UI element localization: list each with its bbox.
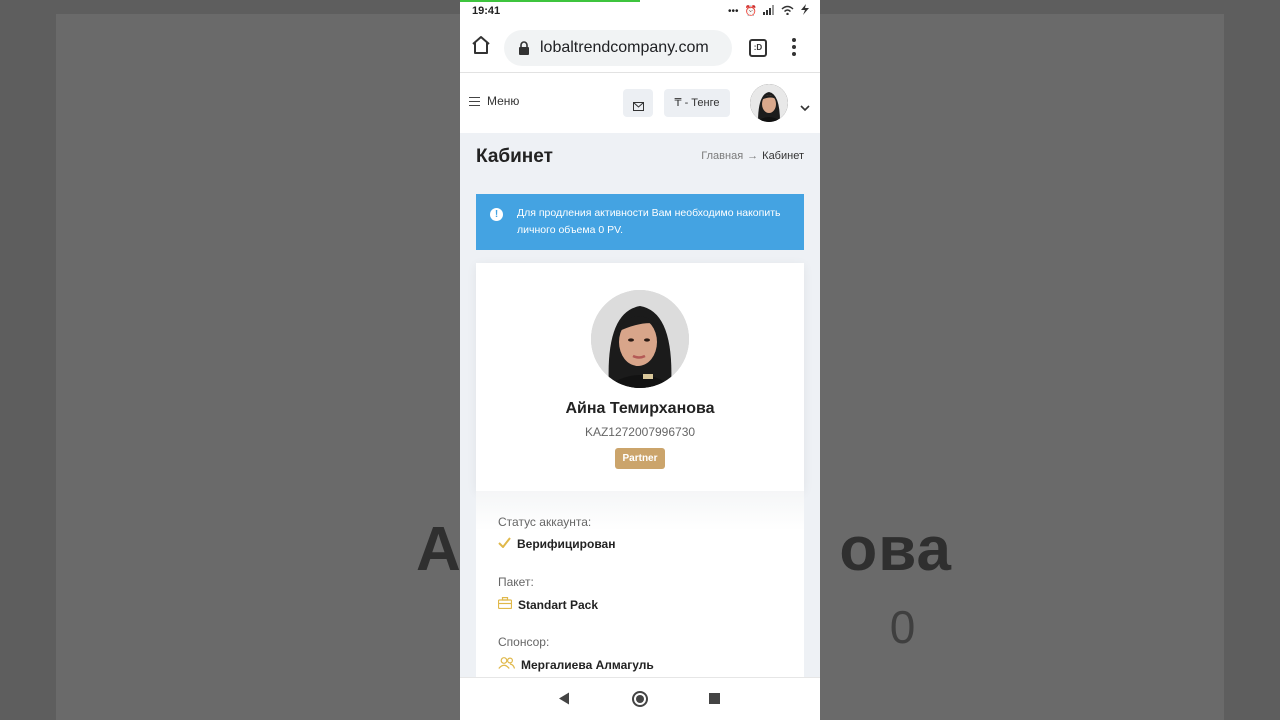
url-text: lobaltrendcompany.com bbox=[540, 39, 709, 56]
dots-icon: ••• bbox=[728, 5, 739, 17]
phone-screen: 19:41 ••• ⏰ lobaltrendcompany.com :D Мен… bbox=[460, 0, 820, 720]
breadcrumb-current: Кабинет bbox=[762, 150, 804, 162]
account-status-text: Верифицирован bbox=[517, 537, 616, 551]
signal-icon bbox=[763, 4, 775, 18]
sponsor-label: Спонсор: bbox=[498, 635, 550, 649]
home-icon[interactable] bbox=[470, 34, 494, 62]
users-icon bbox=[498, 657, 516, 672]
recent-apps-icon[interactable] bbox=[709, 693, 720, 704]
menu-button[interactable]: Меню bbox=[469, 94, 519, 108]
account-status-label: Статус аккаунта: bbox=[498, 515, 592, 529]
currency-selector[interactable]: ₸ - Тенге bbox=[664, 89, 730, 117]
user-id: KAZ1272007996730 bbox=[584, 425, 696, 439]
alarm-icon: ⏰ bbox=[744, 5, 757, 17]
wifi-icon bbox=[781, 5, 794, 18]
address-bar[interactable]: lobaltrendcompany.com bbox=[504, 30, 732, 66]
status-bar: 19:41 ••• ⏰ bbox=[460, 0, 820, 24]
user-name: Айна Темирханова bbox=[565, 400, 715, 417]
envelope-icon bbox=[633, 98, 644, 116]
check-icon bbox=[498, 537, 511, 551]
breadcrumb-home[interactable]: Главная bbox=[701, 150, 743, 162]
back-icon[interactable] bbox=[558, 692, 570, 710]
sponsor-text: Мергалиева Алмагуль bbox=[521, 657, 654, 672]
chevron-down-icon[interactable] bbox=[800, 99, 810, 112]
page-title: Кабинет bbox=[476, 146, 553, 167]
hamburger-icon bbox=[469, 96, 480, 106]
user-avatar-small[interactable] bbox=[750, 84, 788, 122]
lock-icon bbox=[518, 41, 532, 55]
home-circle-icon[interactable] bbox=[632, 691, 648, 707]
page-load-progress bbox=[460, 0, 640, 2]
briefcase-icon bbox=[497, 597, 513, 612]
info-icon: ! bbox=[490, 208, 503, 221]
package-label: Пакет: bbox=[498, 575, 534, 589]
messages-button[interactable] bbox=[623, 89, 653, 117]
status-time: 19:41 bbox=[472, 5, 501, 17]
menu-label: Меню bbox=[487, 94, 520, 108]
account-info-card: Статус аккаунта: Верифицирован Пакет: St… bbox=[476, 491, 804, 691]
system-navigation-bar bbox=[460, 677, 820, 720]
breadcrumb-arrow-icon: → bbox=[747, 150, 759, 162]
activity-alert: ! Для продления активности Вам необходим… bbox=[476, 194, 804, 250]
profile-card: Айна Темирханова KAZ1272007996730 Partne… bbox=[476, 263, 804, 491]
tab-switcher-button[interactable]: :D bbox=[749, 39, 767, 57]
status-icons: ••• ⏰ bbox=[728, 4, 810, 18]
user-avatar-large bbox=[591, 290, 689, 388]
battery-charging-icon bbox=[800, 4, 810, 18]
browser-toolbar: lobaltrendcompany.com :D bbox=[460, 24, 820, 73]
package-value: Standart Pack bbox=[497, 597, 599, 612]
sponsor-value: Мергалиева Алмагуль bbox=[498, 657, 654, 672]
breadcrumb: Главная → Кабинет bbox=[701, 150, 804, 162]
package-text: Standart Pack bbox=[518, 597, 599, 612]
site-header: Меню ₸ - Тенге bbox=[460, 73, 820, 133]
more-options-icon[interactable] bbox=[790, 38, 798, 58]
alert-text: Для продления активности Вам необходимо … bbox=[517, 207, 781, 236]
account-status-value: Верифицирован bbox=[498, 537, 615, 551]
status-badge: Partner bbox=[615, 448, 665, 469]
